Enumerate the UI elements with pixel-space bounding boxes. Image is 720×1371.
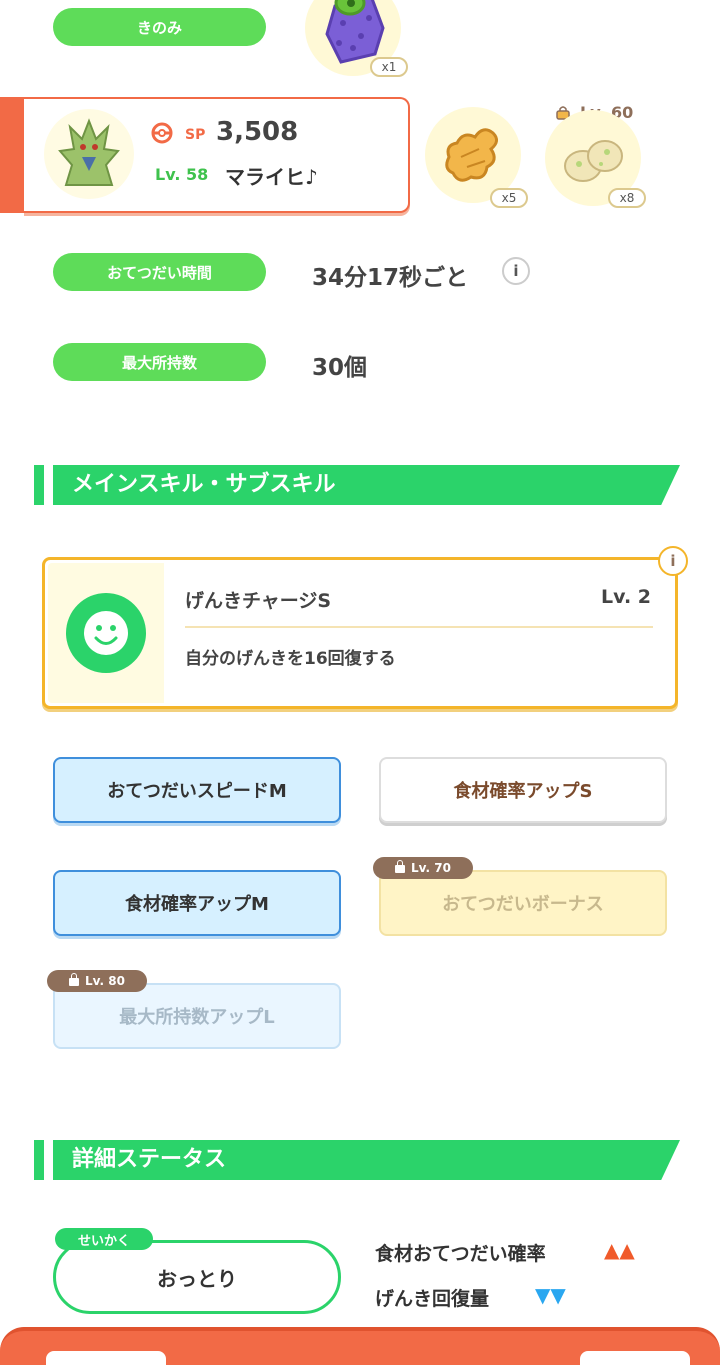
help-time-value: 34分17秒ごと [312,265,469,291]
smile-icon [66,593,146,673]
sub-skill-5-lock: Lv. 80 [47,970,147,992]
nature-tag: せいかく [55,1228,153,1250]
nature-down-arrows: ▼▼ [535,1283,566,1307]
max-carry-label: 最大所持数 [53,343,266,381]
bottom-right-button[interactable] [580,1351,690,1371]
main-skill-level: Lv. 2 [601,586,651,608]
sub-skill-3[interactable]: 食材確率アップM [53,870,341,936]
bottom-left-button[interactable] [46,1351,166,1371]
lock-icon [69,973,80,986]
card-accent [0,97,26,213]
max-carry-value: 30個 [312,355,368,381]
nature-down-label: げんき回復量 [375,1288,490,1310]
berry-qty-badge: x1 [370,57,408,77]
pokemon-portrait [44,109,134,199]
nature-value[interactable]: おっとり [53,1240,341,1314]
ginger-icon [445,128,498,182]
main-skill-info-icon[interactable]: i [658,546,688,576]
pokemon-card[interactable]: SP 3,508 Lv. 58 マライヒ♪ [0,97,410,213]
main-skill-divider [185,626,653,628]
bottom-action-bar [0,1327,720,1371]
pokemon-nickname: マライヒ♪ [225,165,318,189]
skills-section-header: メインスキル・サブスキル [34,465,680,505]
detail-section-header: 詳細ステータス [34,1140,680,1180]
sp-value: 3,508 [216,117,299,147]
nature-up-arrows: ▲▲ [604,1238,635,1262]
sub-skill-4[interactable]: おてつだいボーナス [379,870,667,936]
pokeball-icon [150,121,174,145]
sub-skill-4-lock-level: Lv. 70 [411,861,451,875]
ginger-qty-badge: x5 [490,188,528,208]
sp-label: SP [185,127,206,143]
sub-skill-5-lock-level: Lv. 80 [85,974,125,988]
sub-skill-2[interactable]: 食材確率アップS [379,757,667,823]
potato-qty-badge: x8 [608,188,646,208]
main-skill-card[interactable]: げんきチャージS Lv. 2 自分のげんきを16回復する [42,557,678,709]
lock-icon [395,860,406,873]
main-skill-name: げんきチャージS [185,590,332,612]
detail-section-title: 詳細ステータス [72,1147,227,1172]
pokemon-level: Lv. 58 [155,165,209,184]
nature-up-label: 食材おてつだい確率 [375,1243,546,1265]
tyranitar-icon [58,118,120,186]
sub-skill-1[interactable]: おてつだいスピードM [53,757,341,823]
sub-skill-5[interactable]: 最大所持数アップL [53,983,341,1049]
help-time-info-icon[interactable]: i [502,257,530,285]
skills-section-title: メインスキル・サブスキル [72,472,336,497]
main-skill-description: 自分のげんきを16回復する [185,649,396,669]
berry-label: きのみ [53,8,266,46]
sub-skill-4-lock: Lv. 70 [373,857,473,879]
potato-icon [564,140,623,182]
help-time-label: おてつだい時間 [53,253,266,291]
